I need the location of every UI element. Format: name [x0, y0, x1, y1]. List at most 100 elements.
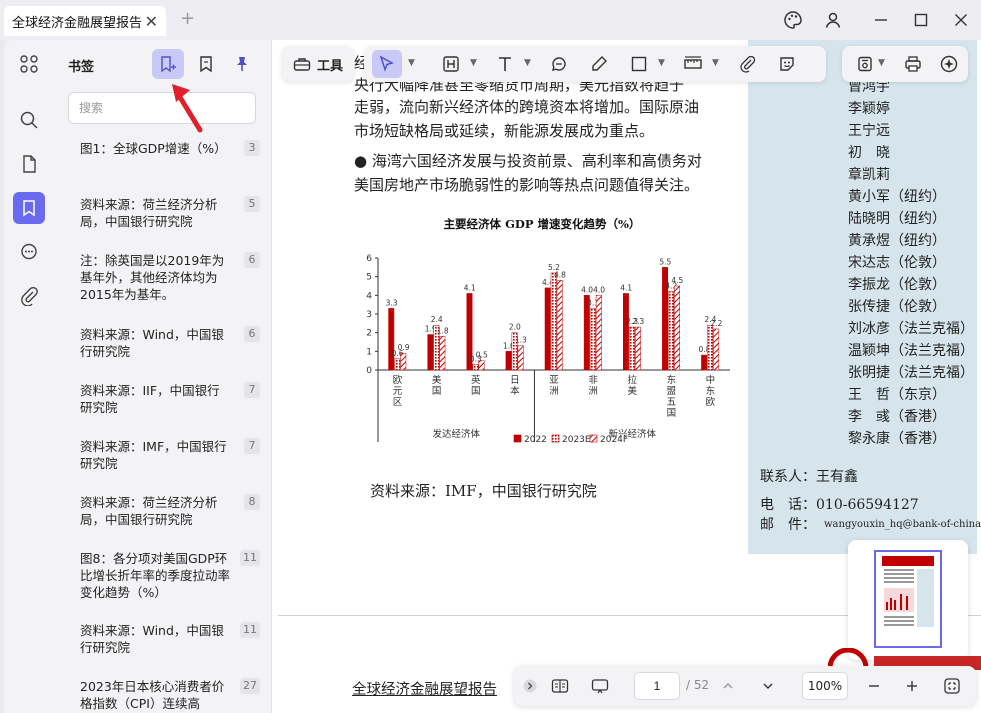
- y-tick-label: 4: [366, 291, 372, 301]
- pin-icon[interactable]: [228, 49, 256, 79]
- bookmark-outline-icon[interactable]: [192, 49, 220, 79]
- bar: [394, 358, 401, 371]
- chevron-right-icon[interactable]: [516, 672, 544, 700]
- comments-icon[interactable]: [13, 236, 45, 268]
- chevron-down-icon[interactable]: ▼: [878, 58, 885, 68]
- comment-tool-icon[interactable]: [544, 50, 574, 78]
- bookmark-text: 资料来源：Wind，中国银行研究院: [80, 623, 224, 655]
- bookmark-page-badge: 3: [244, 140, 260, 156]
- attachment-icon[interactable]: [13, 280, 45, 312]
- next-page-icon[interactable]: [754, 672, 782, 700]
- chevron-down-icon[interactable]: ▼: [658, 58, 665, 68]
- chevron-down-icon[interactable]: ▼: [470, 58, 477, 68]
- search-icon[interactable]: [13, 104, 45, 136]
- reading-mode-icon[interactable]: [546, 672, 574, 700]
- bar-value-label: 3.3: [386, 298, 398, 307]
- close-tab-icon[interactable]: ✕: [145, 12, 158, 31]
- bar: [472, 364, 479, 371]
- maximize-icon[interactable]: [908, 8, 934, 32]
- annotation-toolbar: ▼ ▼ ▼ ▼ ▼: [364, 46, 826, 82]
- chevron-down-icon[interactable]: ▼: [524, 58, 531, 68]
- attach-file-icon[interactable]: [732, 50, 762, 78]
- bookmark-item[interactable]: 资料来源：荷兰经济分析局，中国银行研究院 5: [80, 196, 260, 230]
- bookmark-item[interactable]: 资料来源：IIF，中国银行研究院 7: [80, 382, 260, 416]
- bookmark-page-badge: 6: [244, 326, 260, 342]
- legend-swatch: [589, 434, 598, 443]
- zoom-out-icon[interactable]: [860, 672, 888, 700]
- new-tab-icon[interactable]: +: [180, 8, 195, 29]
- contact-name: 黎永康（香港）: [848, 431, 946, 447]
- print-icon[interactable]: [898, 50, 928, 78]
- fit-page-icon[interactable]: [938, 672, 966, 700]
- bookmark-icon[interactable]: [13, 192, 45, 224]
- pages-icon[interactable]: [13, 148, 45, 180]
- text-tool-icon[interactable]: [490, 50, 520, 78]
- document-tab[interactable]: 全球经济金融展望报告 ✕: [4, 6, 166, 36]
- tools-label: 工具: [316, 58, 343, 74]
- minimize-icon[interactable]: [868, 8, 894, 32]
- bar-value-label: 4.8: [554, 270, 566, 279]
- bookmark-item[interactable]: 资料来源：荷兰经济分析局，中国银行研究院 8: [80, 494, 260, 528]
- bookmark-page-badge: 7: [244, 382, 260, 398]
- close-window-icon[interactable]: [948, 8, 974, 32]
- bookmark-text: 注：除英国是以2019年为基年外，其他经济体均为2015年为基年。: [80, 253, 225, 302]
- bookmark-search-input[interactable]: [68, 92, 256, 124]
- bookmark-item[interactable]: 资料来源：Wind，中国银行研究院 11: [80, 622, 260, 656]
- bookmark-item[interactable]: 图8：各分项对美国GDP环比增长折年率的季度拉动率变化趋势（%） 11: [80, 550, 260, 601]
- y-tick-label: 6: [366, 254, 372, 264]
- bar: [517, 345, 524, 371]
- zoom-level[interactable]: 100%: [802, 672, 848, 700]
- zoom-in-icon[interactable]: [898, 672, 926, 700]
- tab-title: 全球经济金融展望报告: [12, 15, 143, 31]
- bar: [556, 280, 563, 371]
- select-tool-icon[interactable]: [372, 50, 402, 78]
- sticker-icon[interactable]: [772, 50, 802, 78]
- bar-value-label: 4.0: [593, 285, 605, 294]
- chevron-down-icon[interactable]: ▼: [712, 58, 719, 68]
- chevron-down-icon[interactable]: ▼: [408, 58, 415, 68]
- skin-palette-icon[interactable]: [780, 8, 806, 32]
- thumbnails-icon[interactable]: [13, 48, 45, 80]
- gdp-chart: 主要经济体 GDP 增速变化趋势（%）01234563.30.60.9欧元区1.…: [366, 217, 730, 445]
- contact-phone: 电 话：010-66594127: [760, 497, 919, 513]
- y-tick-label: 1: [366, 347, 372, 357]
- bookmark-item[interactable]: 2023年日本核心消费者价格指数（CPI）连续高 27: [80, 678, 260, 712]
- bookmark-page-badge: 7: [244, 438, 260, 454]
- bar-value-label: 0.9: [398, 343, 410, 352]
- bookmark-item[interactable]: 注：除英国是以2019年为基年外，其他经济体均为2015年为基年。 6: [80, 252, 260, 303]
- red-arrow-annotation: [172, 84, 203, 133]
- x-tick-label: 元: [393, 386, 403, 397]
- x-tick-label: 日: [510, 375, 520, 386]
- x-tick-label: 洲: [549, 386, 559, 397]
- tools-button[interactable]: 工具: [282, 46, 354, 82]
- next-page-title: 全球经济金融展望报告: [352, 682, 497, 698]
- bookmark-page-badge: 6: [244, 252, 260, 268]
- bookmark-item[interactable]: 资料来源：IMF，中国银行研究院 7: [80, 438, 260, 472]
- text-box-icon[interactable]: [436, 50, 466, 78]
- bookmark-page-badge: 11: [240, 550, 260, 566]
- legend-swatch: [551, 434, 560, 443]
- pen-tool-icon[interactable]: [584, 50, 614, 78]
- ai-assistant-icon[interactable]: [934, 50, 964, 78]
- legend-swatch: [513, 434, 522, 443]
- x-tick-label: 欧: [393, 374, 403, 386]
- presentation-icon[interactable]: [586, 672, 614, 700]
- contact-email[interactable]: wangyouxin_hq@bank-of-china.com: [824, 519, 981, 530]
- bar: [589, 308, 596, 371]
- page-number-input[interactable]: [634, 672, 680, 700]
- bookmark-page-badge: 8: [244, 494, 260, 510]
- body-text-line: 走弱，流向新兴经济体的跨境资本将增加。国际原油: [354, 98, 700, 116]
- page-thumbnail-preview[interactable]: [848, 540, 968, 660]
- bookmark-item[interactable]: 资料来源：Wind，中国银行研究院 6: [80, 326, 260, 360]
- contact-name: 陆晓明（纽约）: [848, 211, 946, 227]
- user-account-icon[interactable]: [820, 8, 846, 32]
- save-icon[interactable]: [850, 50, 880, 78]
- shape-tool-icon[interactable]: [624, 50, 654, 78]
- add-bookmark-button[interactable]: [152, 49, 184, 79]
- contact-name: 黄小军（纽约）: [848, 189, 946, 205]
- bookmark-item[interactable]: 图1：全球GDP增速（%） 3: [80, 140, 260, 157]
- x-tick-label: 五: [667, 397, 677, 408]
- previous-page-icon[interactable]: [714, 672, 742, 700]
- measure-tool-icon[interactable]: [678, 50, 708, 78]
- bar-value-label: 0.5: [476, 351, 488, 360]
